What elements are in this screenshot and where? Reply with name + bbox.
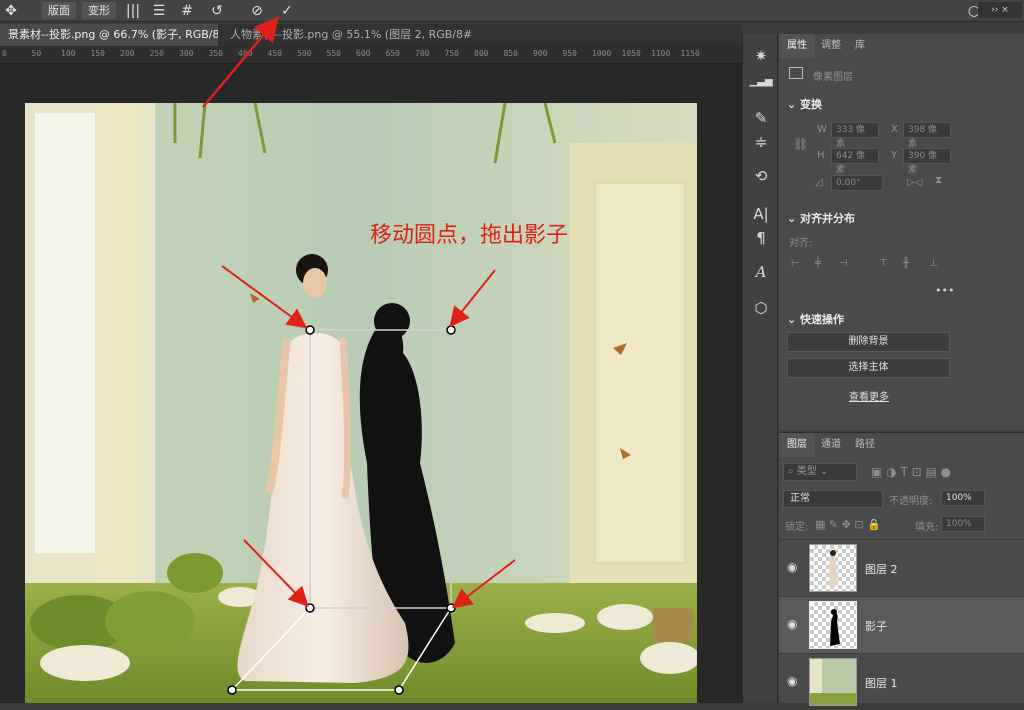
layer-filter-select[interactable]: ⌕ 类型 ⌄ xyxy=(783,463,857,481)
y-label: Y xyxy=(891,150,898,161)
flip-horizontal-icon[interactable]: ▷◁ xyxy=(907,177,922,188)
height-field[interactable]: 642 像素 xyxy=(831,148,879,175)
view-more-link[interactable]: 查看更多 xyxy=(849,388,889,403)
tab-paths[interactable]: 路径 xyxy=(847,433,883,457)
layer-name: 图层 1 xyxy=(865,677,898,690)
layer-row[interactable]: ◉ 影子 xyxy=(779,596,1024,653)
history-icon[interactable]: ⟲ xyxy=(749,164,773,188)
opacity-field[interactable]: 100% xyxy=(941,490,985,506)
layer-kind-label: 像素图层 xyxy=(813,72,853,83)
align-vcenter-icon[interactable]: ╫ xyxy=(903,258,909,269)
layer-thumbnail xyxy=(809,601,857,649)
brush-icon[interactable]: ✎ xyxy=(749,106,773,130)
align-hcenter-icon[interactable]: ╪ xyxy=(815,258,821,269)
align-section-title[interactable]: ⌄ 对齐并分布 xyxy=(787,210,855,226)
layer-thumbnail xyxy=(809,658,857,706)
layer-name: 影子 xyxy=(865,620,887,633)
x-field[interactable]: 398 像素 xyxy=(903,122,951,149)
3d-cube-icon[interactable]: ⬡ xyxy=(749,296,773,320)
angle-icon: ◿ xyxy=(815,177,823,188)
paragraph-icon[interactable]: ¶ xyxy=(749,226,773,250)
annotation-arrows xyxy=(202,16,516,609)
brush-settings-icon[interactable]: ≑ xyxy=(749,130,773,154)
align-bottom-icon[interactable]: ⊥ xyxy=(929,258,938,269)
remove-background-button[interactable]: 删除背景 xyxy=(787,332,950,352)
transform-section-title[interactable]: ⌄ 变换 xyxy=(787,96,822,112)
fill-label: 填充: xyxy=(915,522,939,533)
navigator-icon[interactable]: ✷ xyxy=(749,44,773,68)
panel-collapse-icon[interactable]: ›› × xyxy=(978,2,1022,18)
h-label: H xyxy=(817,150,825,161)
tab-libraries[interactable]: 库 xyxy=(847,34,873,58)
opacity-label: 不透明度: xyxy=(889,496,933,507)
align-label: 对齐: xyxy=(789,238,813,249)
glyphs-icon[interactable]: A xyxy=(749,260,773,284)
fill-field[interactable]: 100% xyxy=(941,516,985,532)
filter-icons[interactable]: ▣ ◑ T ⊡ ▤ ● xyxy=(871,465,951,479)
section-label: 对齐并分布 xyxy=(800,212,856,225)
visibility-eye-icon[interactable]: ◉ xyxy=(787,560,797,574)
blend-mode-value: 正常 xyxy=(790,493,810,504)
visibility-eye-icon[interactable]: ◉ xyxy=(787,674,797,688)
lock-icons[interactable]: ▦ ✎ ✥ ⊡ 🔒 xyxy=(815,518,881,531)
tab-channels[interactable]: 通道 xyxy=(813,433,849,457)
more-options-icon[interactable]: ••• xyxy=(935,284,954,297)
section-label: 快速操作 xyxy=(800,313,845,326)
character-icon[interactable]: A| xyxy=(749,202,773,226)
y-field[interactable]: 390 像素 xyxy=(903,148,951,175)
histogram-icon[interactable]: ▁▃▅ xyxy=(749,70,773,94)
tab-adjustments[interactable]: 调整 xyxy=(813,34,849,58)
align-left-icon[interactable]: ⊢ xyxy=(791,258,800,269)
w-label: W xyxy=(817,124,827,135)
filter-text: 类型 xyxy=(796,466,817,477)
width-field[interactable]: 333 像素 xyxy=(831,122,879,149)
blend-mode-select[interactable]: 正常 xyxy=(783,490,883,508)
tab-layers[interactable]: 图层 xyxy=(779,433,815,457)
tab-properties[interactable]: 属性 xyxy=(779,34,815,58)
align-top-icon[interactable]: ⊤ xyxy=(879,258,888,269)
select-subject-button[interactable]: 选择主体 xyxy=(787,358,950,378)
lock-label: 锁定: xyxy=(785,522,809,533)
visibility-eye-icon[interactable]: ◉ xyxy=(787,617,797,631)
align-right-icon[interactable]: ⊣ xyxy=(839,258,848,269)
section-label: 变换 xyxy=(800,98,823,111)
flip-vertical-icon[interactable]: ⧗ xyxy=(935,175,942,186)
pixel-layer-icon xyxy=(789,67,803,79)
link-icon[interactable]: ⛓ xyxy=(793,137,808,151)
layer-thumbnail xyxy=(809,544,857,592)
layer-name: 图层 2 xyxy=(865,563,898,576)
angle-field[interactable]: 0.00° xyxy=(831,175,883,191)
properties-panel: 属性 调整 库 像素图层 ⌄ 变换 W 333 像素 X 398 像素 ⛓ H … xyxy=(779,34,1024,430)
layer-row[interactable]: ◉ 图层 2 xyxy=(779,539,1024,596)
quick-actions-title[interactable]: ⌄ 快速操作 xyxy=(787,311,844,327)
layers-panel: 图层 通道 路径 ⌕ 类型 ⌄ ▣ ◑ T ⊡ ▤ ● 正常 不透明度: 100… xyxy=(779,432,1024,706)
panel-icon-strip: ✷ ▁▃▅ ✎ ≑ ⟲ A| ¶ A ⬡ xyxy=(742,34,778,703)
layer-row[interactable]: ◉ 图层 1 xyxy=(779,653,1024,710)
x-label: X xyxy=(891,124,898,135)
